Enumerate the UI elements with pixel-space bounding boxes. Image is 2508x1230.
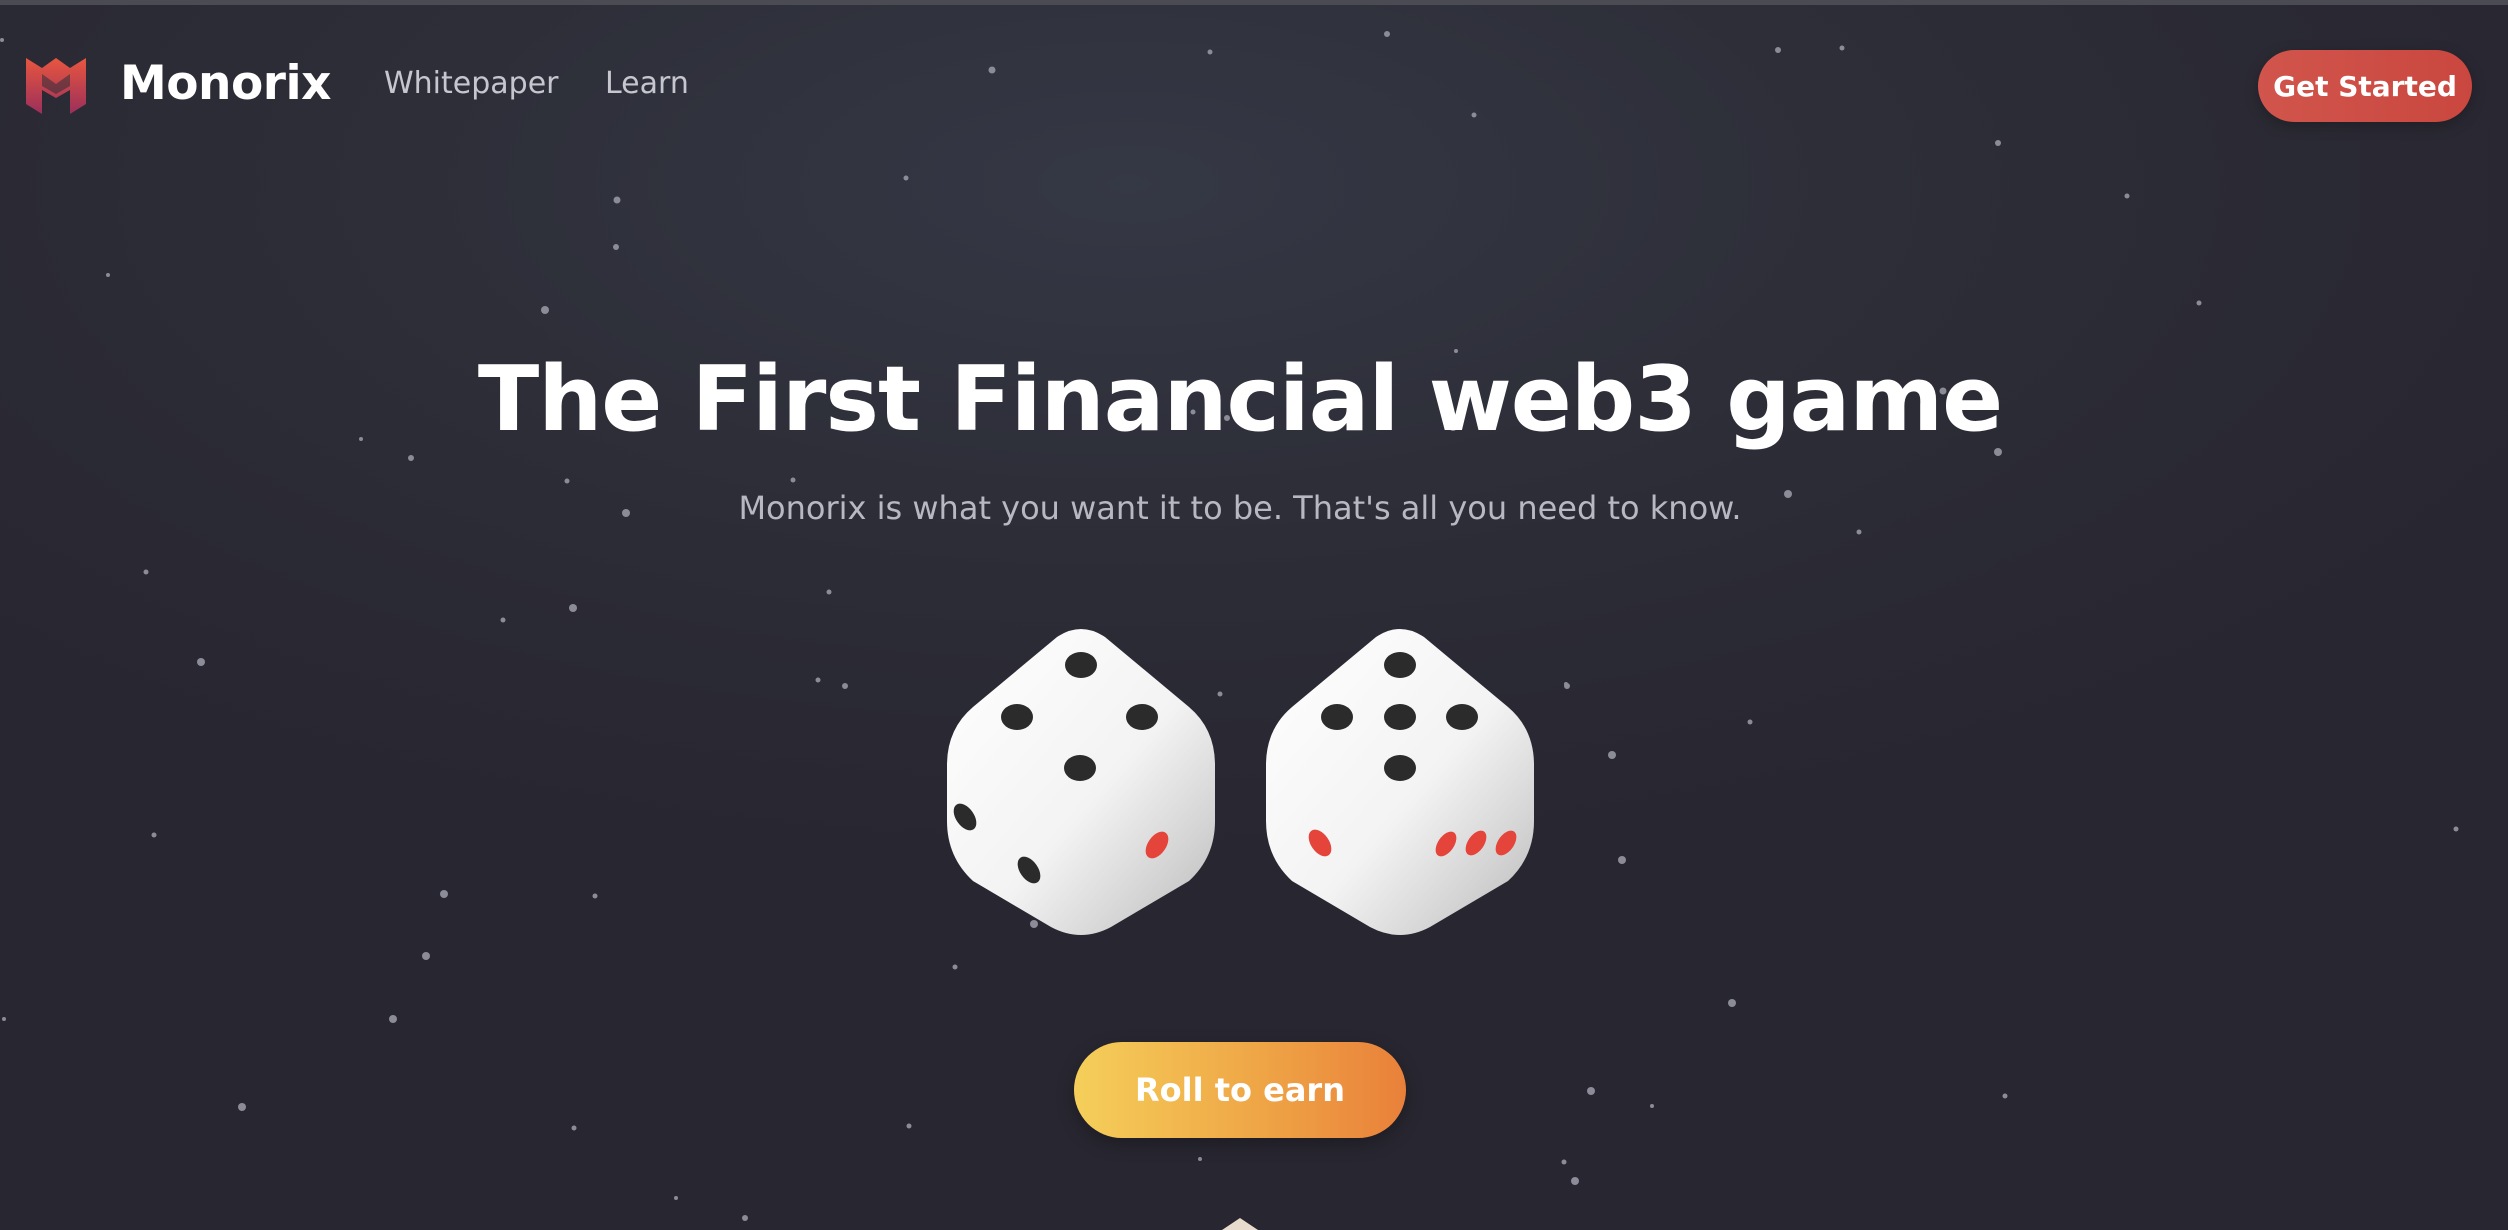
scroll-down-indicator-icon[interactable]: [1222, 1218, 1258, 1230]
monorix-logo-icon[interactable]: [24, 54, 88, 116]
brand-name[interactable]: Monorix: [120, 52, 331, 116]
top-navigation: Monorix Whitepaper Learn Get Started: [0, 0, 2508, 170]
nav-link-whitepaper[interactable]: Whitepaper: [384, 60, 559, 108]
dice-icon: [947, 629, 1215, 935]
roll-to-earn-button[interactable]: Roll to earn: [1074, 1042, 1406, 1138]
dice-icon: [1266, 629, 1534, 935]
get-started-button[interactable]: Get Started: [2258, 50, 2472, 122]
hero-title: The First Financial web3 game: [477, 347, 2003, 453]
nav-link-learn[interactable]: Learn: [605, 60, 689, 108]
hero-subtitle: Monorix is what you want it to be. That'…: [738, 489, 1742, 527]
